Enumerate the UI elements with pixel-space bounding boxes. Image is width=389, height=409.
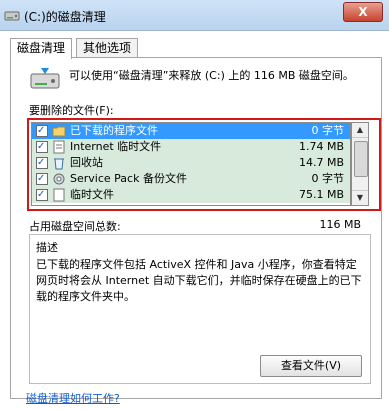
tab-panel: 可以使用“磁盘清理”来释放 (C:) 上的 116 MB 磁盘空间。 要删除的文…: [10, 57, 382, 399]
tab-bar: 磁盘清理 其他选项: [10, 38, 382, 59]
list-item[interactable]: 回收站 14.7 MB: [32, 155, 350, 171]
close-button[interactable]: X: [343, 2, 383, 22]
list-item[interactable]: Internet 临时文件 1.74 MB: [32, 139, 350, 155]
list-item[interactable]: 已下载的程序文件 0 字节: [32, 123, 350, 139]
scroll-up-arrow-icon[interactable]: ▲: [352, 123, 368, 138]
file-size: 0 字节: [311, 124, 345, 137]
window-title: (C:)的磁盘清理: [24, 10, 106, 24]
list-scrollbar[interactable]: ▲ ▼: [351, 122, 369, 206]
scrollbar-thumb[interactable]: [354, 141, 368, 177]
tab-other-options[interactable]: 其他选项: [76, 38, 139, 58]
file-size: 75.1 MB: [298, 188, 344, 201]
total-space-label: 占用磁盘空间总数:: [29, 220, 121, 233]
file-name: 临时文件: [70, 188, 114, 201]
files-list[interactable]: 已下载的程序文件 0 字节 Internet 临时文件 1.74 MB 回收站 …: [31, 122, 351, 206]
gear-icon: [52, 172, 66, 186]
document-icon: [52, 188, 66, 202]
checkbox[interactable]: [36, 171, 48, 187]
file-name: Service Pack 备份文件: [70, 172, 187, 185]
checkbox[interactable]: [36, 139, 48, 155]
checkbox[interactable]: [36, 187, 48, 203]
file-name: 已下载的程序文件: [70, 124, 158, 137]
disk-cleanup-icon: [4, 7, 20, 23]
scroll-down-arrow-icon[interactable]: ▼: [352, 190, 368, 205]
file-size: 14.7 MB: [298, 156, 344, 169]
description-title: 描述: [36, 241, 58, 254]
list-item[interactable]: 临时文件 75.1 MB: [32, 187, 350, 203]
disk-cleanup-icon: [29, 64, 61, 96]
folder-icon: [52, 124, 66, 138]
description-text: 已下载的程序文件包括 ActiveX 控件和 Java 小程序，你查看特定网页时…: [36, 258, 362, 303]
description-box: 描述 已下载的程序文件包括 ActiveX 控件和 Java 小程序，你查看特定…: [29, 234, 371, 384]
file-size: 1.74 MB: [298, 140, 344, 153]
view-files-button[interactable]: 查看文件(V): [260, 355, 362, 377]
document-icon: [52, 140, 66, 154]
list-item[interactable]: Service Pack 备份文件 0 字节: [32, 171, 350, 187]
title-bar: (C:)的磁盘清理 X: [0, 0, 389, 31]
cleanup-info-text: 可以使用“磁盘清理”来释放 (C:) 上的 116 MB 磁盘空间。: [69, 69, 354, 82]
checkbox[interactable]: [36, 123, 48, 139]
file-name: 回收站: [70, 156, 103, 169]
files-to-delete-label: 要删除的文件(F):: [29, 104, 114, 117]
total-space-value: 116 MB: [319, 218, 361, 231]
help-link[interactable]: 磁盘清理如何工作?: [26, 390, 120, 406]
checkbox[interactable]: [36, 155, 48, 171]
file-name: Internet 临时文件: [70, 140, 162, 153]
recycle-bin-icon: [52, 156, 66, 170]
file-size: 0 字节: [311, 172, 345, 185]
tab-disk-cleanup[interactable]: 磁盘清理: [10, 38, 73, 59]
